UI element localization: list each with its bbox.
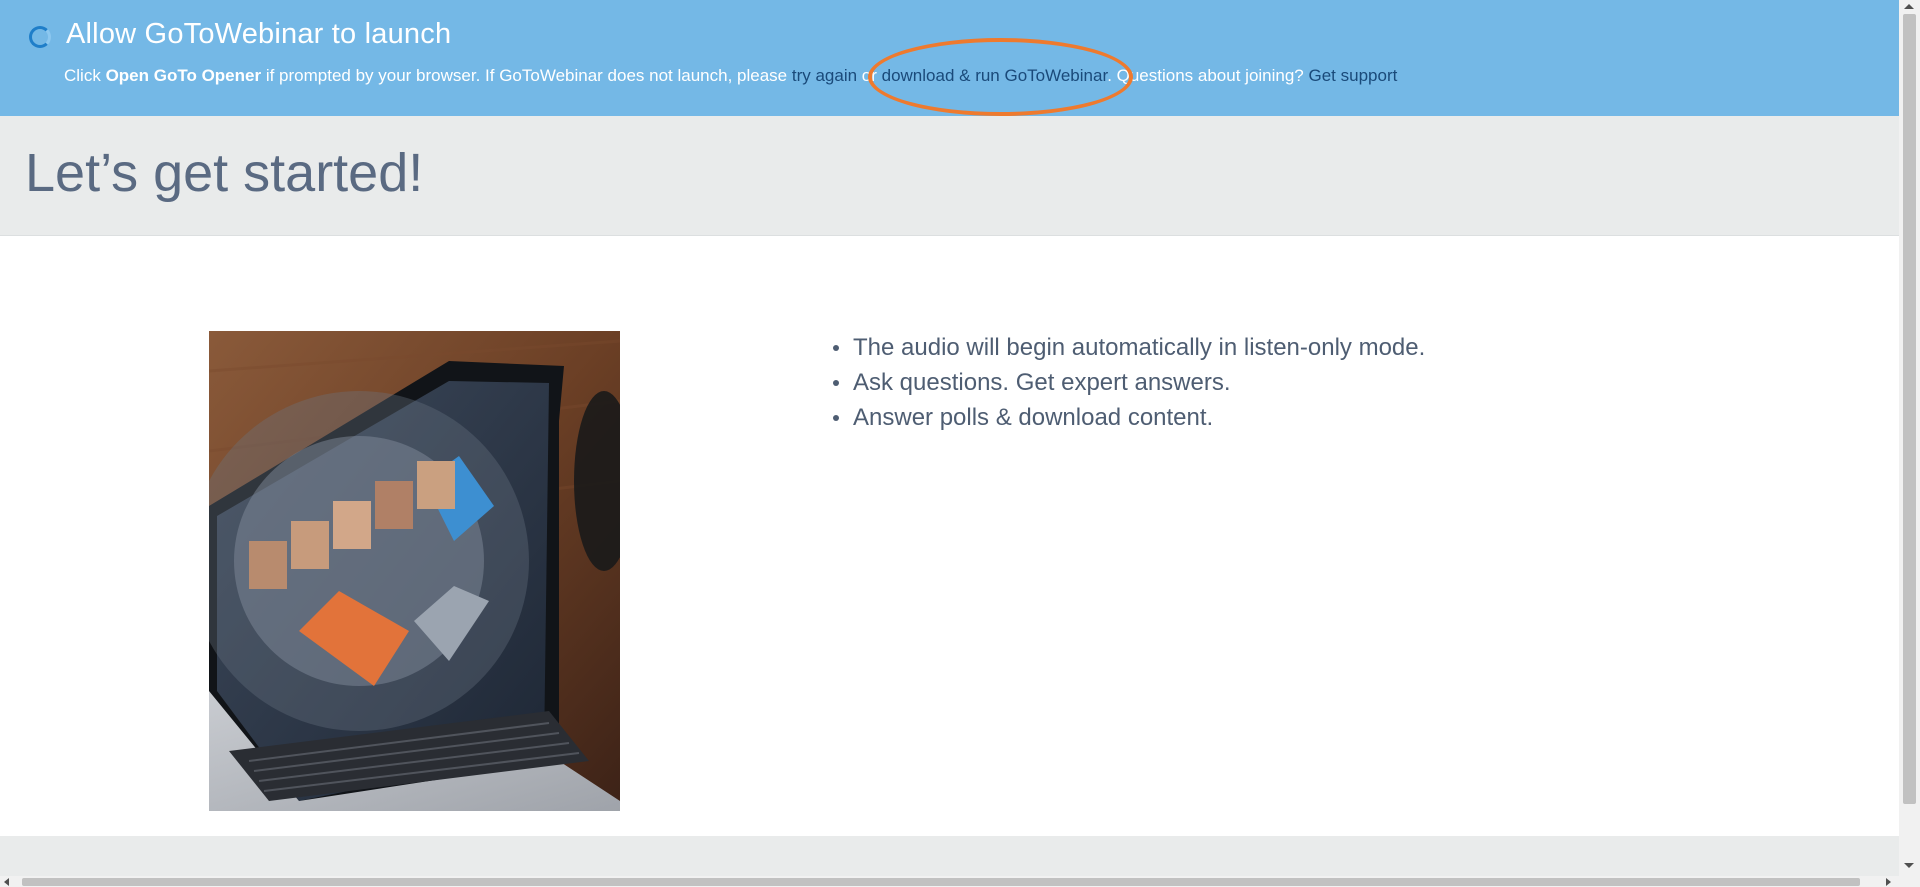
page-header: Let’s get started! [0, 116, 1899, 236]
open-goto-opener-text: Open GoTo Opener [105, 66, 262, 85]
main-content: The audio will begin automatically in li… [0, 236, 1899, 836]
feature-item-audio: The audio will begin automatically in li… [832, 330, 1425, 365]
scroll-up-arrow-icon[interactable] [1904, 4, 1914, 9]
banner-title: Allow GoToWebinar to launch [66, 18, 452, 50]
get-support-link[interactable]: Get support [1309, 66, 1398, 85]
banner-msg-click: Click [64, 66, 106, 85]
banner-msg-questions: . Questions about joining? [1107, 66, 1309, 85]
banner-msg-or: or [857, 66, 882, 85]
laptop-illustration [209, 331, 620, 811]
horizontal-scrollbar-thumb[interactable] [22, 878, 1860, 886]
page-footer [0, 836, 1899, 880]
scroll-down-arrow-icon[interactable] [1904, 863, 1914, 868]
laptop-webinar-image [209, 331, 620, 811]
feature-item-questions: Ask questions. Get expert answers. [832, 365, 1425, 400]
launch-banner: Allow GoToWebinar to launch Click Open G… [0, 0, 1899, 116]
loading-spinner-icon [29, 26, 51, 48]
feature-item-polls: Answer polls & download content. [832, 400, 1425, 435]
vertical-scrollbar-thumb[interactable] [1903, 14, 1916, 804]
banner-message: Click Open GoTo Opener if prompted by yo… [64, 66, 1397, 86]
feature-list: The audio will begin automatically in li… [832, 330, 1425, 435]
page: Allow GoToWebinar to launch Click Open G… [0, 0, 1899, 887]
vertical-scrollbar[interactable] [1899, 0, 1920, 887]
horizontal-scrollbar[interactable] [0, 876, 1899, 887]
download-run-link[interactable]: download & run GoToWebinar [882, 66, 1108, 85]
banner-msg-mid: if prompted by your browser. If GoToWebi… [261, 66, 792, 85]
try-again-link[interactable]: try again [792, 66, 857, 85]
page-title: Let’s get started! [25, 143, 424, 203]
scroll-right-arrow-icon[interactable] [1886, 878, 1891, 886]
scroll-left-arrow-icon[interactable] [4, 878, 9, 886]
